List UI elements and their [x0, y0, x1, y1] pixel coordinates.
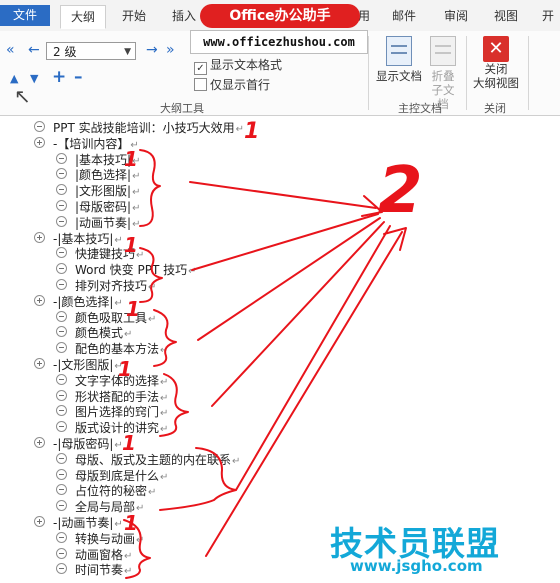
annotation-number-2: 2: [378, 154, 423, 228]
annotation-arrow: [205, 231, 403, 557]
annotation-arrow: [191, 213, 379, 271]
annotation-arrow: [189, 181, 377, 209]
annotation-brace: [153, 309, 177, 367]
annotation-arrow: [197, 217, 381, 341]
annotation-number-1: 1: [124, 233, 138, 257]
annotation-number-1: 1: [118, 357, 132, 381]
annotation-number-1: 1: [244, 119, 259, 144]
annotation-number-1: 1: [126, 297, 140, 321]
annotation-brace: [159, 447, 237, 511]
annotation-brace: [159, 373, 189, 437]
handwritten-annotations: 1 1 1 1 1 1 1 2: [118, 119, 423, 579]
annotation-brace: [139, 247, 163, 303]
annotation-brace: [139, 149, 161, 227]
annotation-number-1: 1: [122, 431, 136, 455]
annotation-number-1: 1: [124, 511, 138, 535]
annotation-arrow: [235, 225, 391, 491]
annotation-number-1: 1: [124, 147, 138, 171]
site-watermark-url: www.jsgho.com: [350, 557, 483, 575]
